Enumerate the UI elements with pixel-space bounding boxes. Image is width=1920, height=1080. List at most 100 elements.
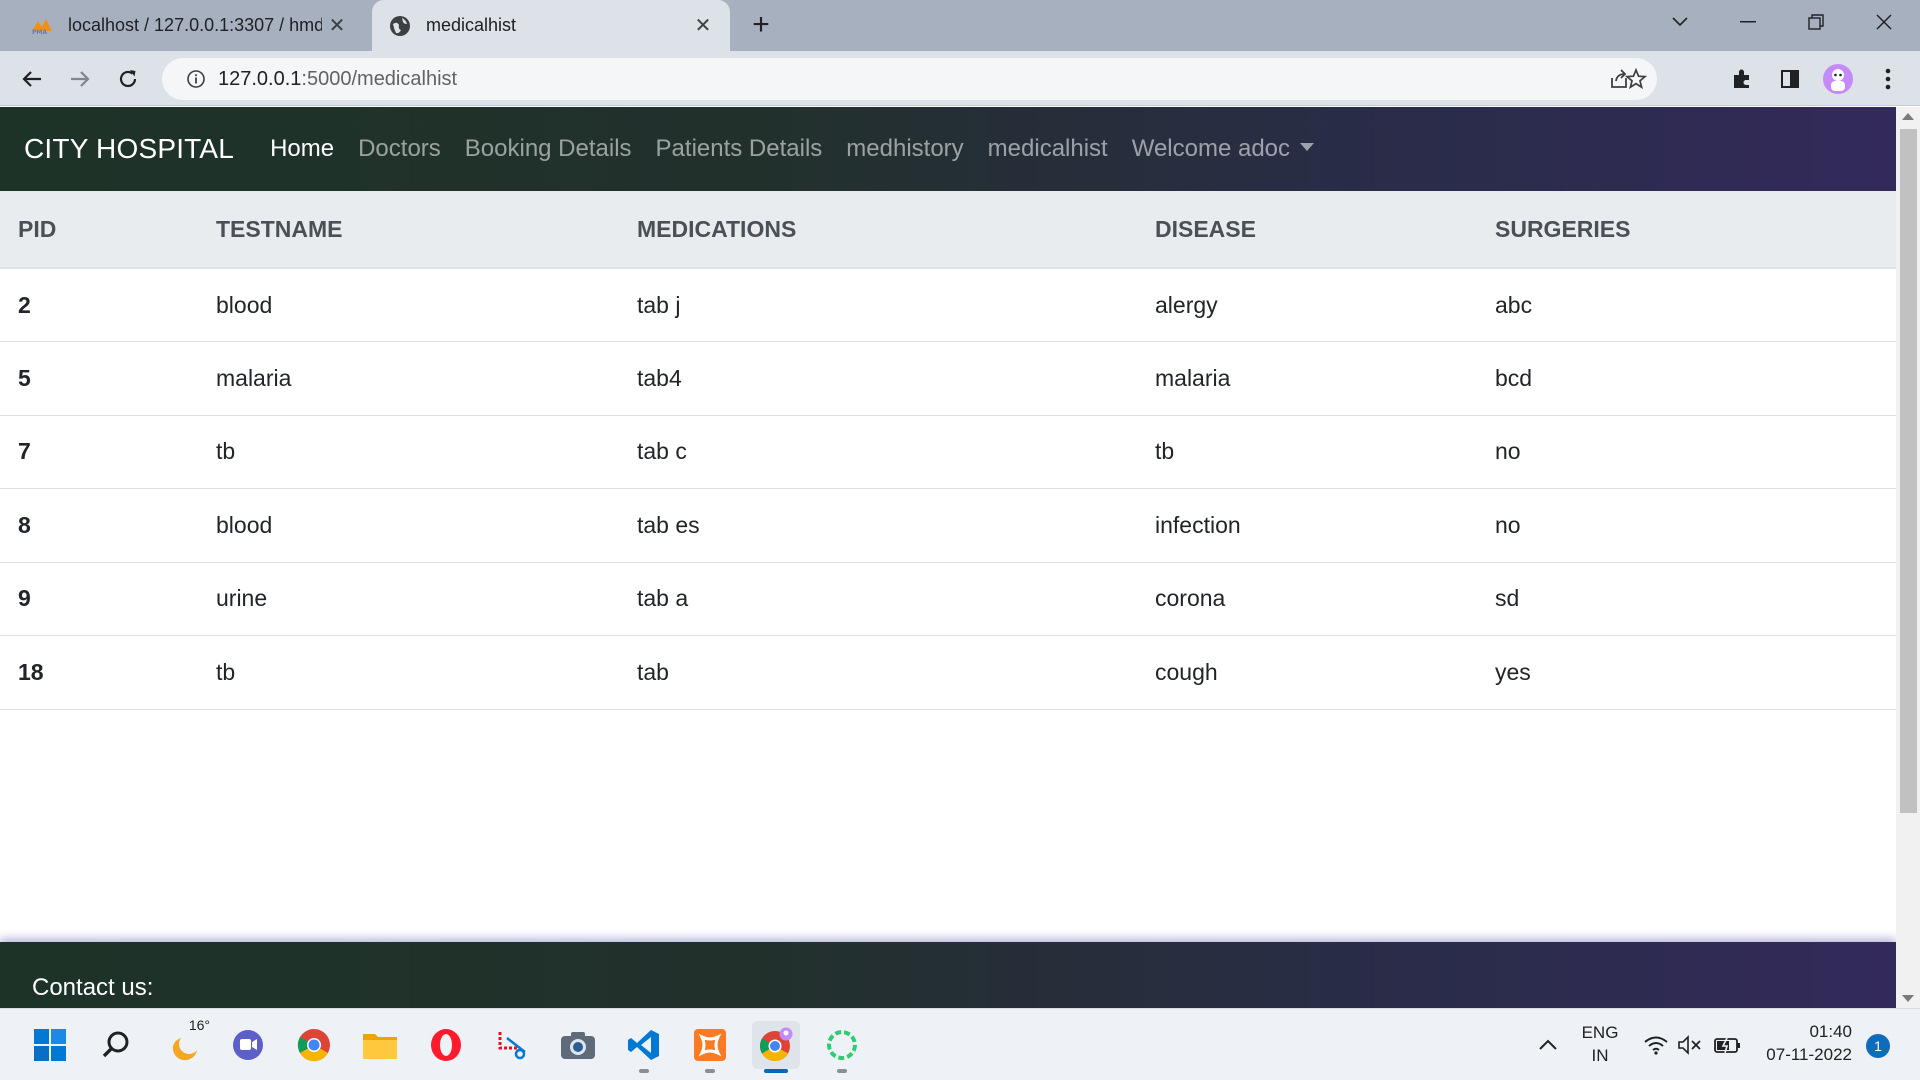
chrome-icon[interactable] bbox=[290, 1021, 338, 1069]
cell-surgeries: yes bbox=[1477, 635, 1896, 710]
cell-pid: 18 bbox=[0, 635, 198, 710]
clock-time[interactable]: 01:40 bbox=[1760, 1022, 1852, 1042]
notification-badge[interactable]: 1 bbox=[1866, 1034, 1890, 1058]
close-icon[interactable]: ✕ bbox=[322, 13, 352, 38]
back-arrow-icon[interactable] bbox=[14, 61, 50, 97]
cell-medications: tab es bbox=[619, 488, 1137, 563]
phpmyadmin-icon: PMA bbox=[30, 14, 54, 38]
language-indicator[interactable]: ENG bbox=[1570, 1023, 1630, 1043]
loading-app-icon[interactable] bbox=[818, 1021, 866, 1073]
battery-charging-icon[interactable] bbox=[1704, 1021, 1752, 1069]
bookmark-star-icon[interactable] bbox=[1619, 62, 1653, 96]
nav-link-home[interactable]: Home bbox=[270, 135, 334, 163]
cell-surgeries: no bbox=[1477, 415, 1896, 489]
column-header-testname: TESTNAME bbox=[198, 191, 619, 269]
teams-chat-icon[interactable] bbox=[224, 1021, 272, 1069]
column-header-pid: PID bbox=[0, 191, 198, 269]
chevron-down-icon bbox=[1300, 142, 1315, 151]
close-icon[interactable]: ✕ bbox=[688, 13, 718, 38]
browser-tab-strip: PMA localhost / 127.0.0.1:3307 / hmdb ✕ … bbox=[0, 0, 1920, 51]
cell-disease: infection bbox=[1137, 488, 1477, 563]
nav-link-medicalhist[interactable]: medicalhist bbox=[988, 135, 1108, 163]
cell-testname: blood bbox=[198, 488, 619, 563]
cell-medications: tab4 bbox=[619, 341, 1137, 416]
page-scrollbar[interactable] bbox=[1896, 107, 1920, 1008]
clock-date[interactable]: 07-11-2022 bbox=[1756, 1045, 1852, 1065]
user-dropdown[interactable]: Welcome adoc bbox=[1131, 135, 1315, 163]
table-row: 2 blood tab j alergy abc bbox=[0, 268, 1896, 342]
nav-link-doctors[interactable]: Doctors bbox=[358, 135, 441, 163]
extensions-icon[interactable] bbox=[1724, 61, 1760, 97]
cell-testname: malaria bbox=[198, 341, 619, 416]
cell-medications: tab j bbox=[619, 268, 1137, 342]
chrome-profile-icon[interactable] bbox=[752, 1021, 800, 1073]
address-bar[interactable]: 127.0.0.1:5000/medicalhist bbox=[162, 58, 1657, 100]
weather-icon[interactable]: 16° bbox=[160, 1017, 210, 1069]
side-panel-icon[interactable] bbox=[1772, 61, 1808, 97]
search-icon[interactable] bbox=[92, 1021, 140, 1069]
table-header-row: PID TESTNAME MEDICATIONS DISEASE SURGERI… bbox=[0, 191, 1896, 269]
browser-toolbar: 127.0.0.1:5000/medicalhist bbox=[0, 51, 1920, 106]
cell-testname: tb bbox=[198, 415, 619, 489]
table-row: 9 urine tab a corona sd bbox=[0, 562, 1896, 636]
restore-button[interactable] bbox=[1788, 0, 1844, 44]
cell-disease: alergy bbox=[1137, 268, 1477, 342]
cell-pid: 5 bbox=[0, 341, 198, 416]
cell-disease: malaria bbox=[1137, 341, 1477, 416]
windows-start-icon[interactable] bbox=[26, 1021, 74, 1069]
info-icon[interactable] bbox=[176, 69, 216, 89]
url-path: :5000/medicalhist bbox=[301, 67, 458, 90]
close-window-button[interactable] bbox=[1856, 0, 1912, 44]
cell-medications: tab c bbox=[619, 415, 1137, 489]
new-tab-button[interactable]: + bbox=[744, 8, 778, 42]
scroll-down-arrow-icon[interactable] bbox=[1902, 995, 1914, 1002]
windows-taskbar: 16° ENG IN 01:40 07-11-2022 bbox=[0, 1008, 1920, 1080]
snipping-tool-icon[interactable] bbox=[488, 1021, 536, 1069]
nav-link-booking-details[interactable]: Booking Details bbox=[465, 135, 632, 163]
vscode-icon[interactable] bbox=[620, 1021, 668, 1073]
footer-contact-heading: Contact us: bbox=[32, 974, 154, 1001]
minimize-button[interactable] bbox=[1720, 0, 1776, 44]
cell-disease: corona bbox=[1137, 562, 1477, 636]
profile-avatar[interactable] bbox=[1820, 61, 1856, 97]
cell-medications: tab bbox=[619, 635, 1137, 710]
cell-disease: cough bbox=[1137, 635, 1477, 710]
tab-title: medicalhist bbox=[426, 15, 517, 35]
cell-pid: 2 bbox=[0, 268, 198, 342]
url-host: 127.0.0.1 bbox=[218, 67, 302, 90]
svg-text:PMA: PMA bbox=[32, 29, 47, 35]
file-explorer-icon[interactable] bbox=[356, 1021, 404, 1069]
forward-arrow-icon[interactable] bbox=[62, 61, 98, 97]
tab-medicalhist[interactable]: medicalhist ✕ bbox=[372, 0, 730, 51]
tab-phpmyadmin[interactable]: PMA localhost / 127.0.0.1:3307 / hmdb ✕ bbox=[14, 0, 364, 51]
region-indicator[interactable]: IN bbox=[1570, 1046, 1630, 1066]
scrollbar-thumb[interactable] bbox=[1900, 129, 1917, 813]
medical-history-table: PID TESTNAME MEDICATIONS DISEASE SURGERI… bbox=[0, 191, 1896, 710]
tab-title: localhost / 127.0.0.1:3307 / hmdb bbox=[68, 15, 322, 35]
menu-kebab-icon[interactable] bbox=[1870, 61, 1906, 97]
cell-pid: 7 bbox=[0, 415, 198, 489]
cell-surgeries: sd bbox=[1477, 562, 1896, 636]
table-row: 18 tb tab cough yes bbox=[0, 635, 1896, 710]
opera-icon[interactable] bbox=[422, 1021, 470, 1069]
nav-link-medhistory[interactable]: medhistory bbox=[846, 135, 963, 163]
chevron-up-icon[interactable] bbox=[1524, 1021, 1572, 1069]
url-text: 127.0.0.1:5000/medicalhist bbox=[218, 68, 457, 91]
cell-pid: 8 bbox=[0, 488, 198, 563]
navbar: CITY HOSPITAL Home Doctors Booking Detai… bbox=[0, 107, 1896, 191]
globe-icon bbox=[388, 14, 412, 38]
reload-icon[interactable] bbox=[110, 61, 146, 97]
navbar-brand[interactable]: CITY HOSPITAL bbox=[24, 133, 234, 165]
cell-surgeries: bcd bbox=[1477, 341, 1896, 416]
xampp-icon[interactable] bbox=[686, 1021, 734, 1073]
column-header-disease: DISEASE bbox=[1137, 191, 1477, 269]
nav-link-patients-details[interactable]: Patients Details bbox=[656, 135, 823, 163]
cell-pid: 9 bbox=[0, 562, 198, 636]
cell-medications: tab a bbox=[619, 562, 1137, 636]
column-header-surgeries: SURGERIES bbox=[1477, 191, 1896, 269]
camera-icon[interactable] bbox=[554, 1021, 602, 1069]
scroll-up-arrow-icon[interactable] bbox=[1902, 113, 1914, 120]
tab-search-icon[interactable] bbox=[1652, 0, 1708, 44]
cell-surgeries: abc bbox=[1477, 268, 1896, 342]
user-dropdown-label: Welcome adoc bbox=[1131, 135, 1291, 162]
